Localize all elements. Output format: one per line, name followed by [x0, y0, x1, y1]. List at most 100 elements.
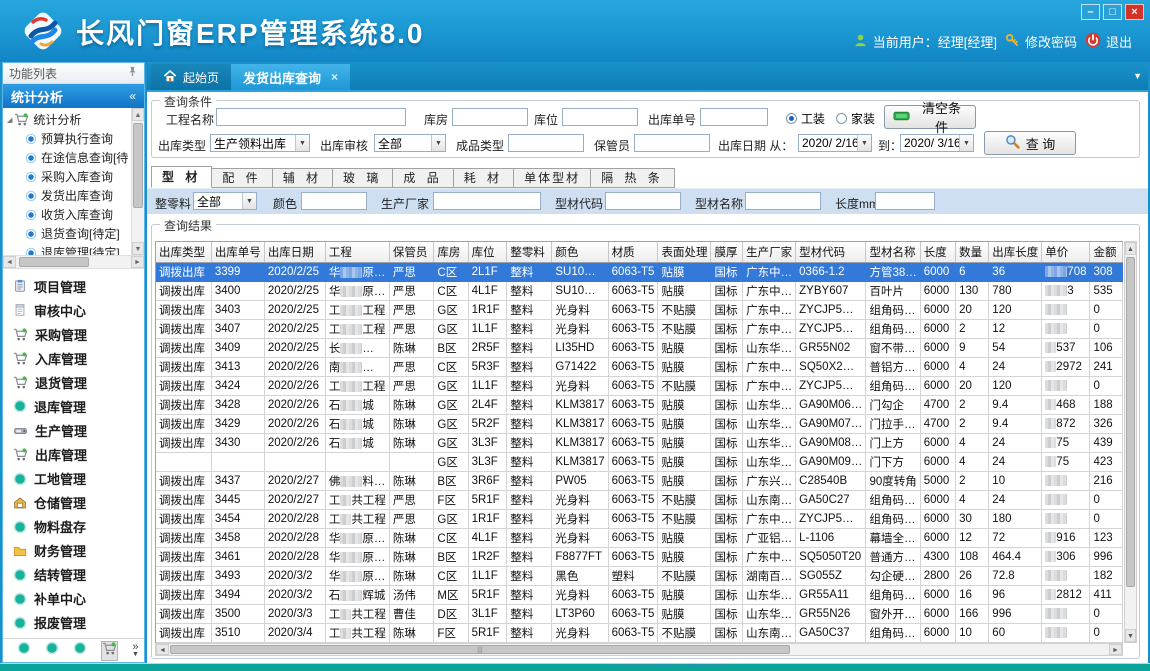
table-horizontal-scrollbar[interactable]: ◄ ||| ► [155, 643, 1123, 656]
tree-item-4[interactable]: 收货入库查询 [3, 205, 131, 224]
table-row[interactable]: 调拨出库34542020/2/28工共工程严思G区1R1F整料光身料6063-T… [156, 510, 1123, 529]
outbound-type-select[interactable]: 生产领料出库▼ [210, 134, 310, 152]
material-tab-4[interactable]: 成 品 [393, 168, 453, 188]
column-header[interactable]: 长度 [920, 242, 955, 263]
column-header[interactable]: 金额 [1090, 242, 1123, 263]
scrollbar-thumb[interactable] [1126, 257, 1135, 587]
scrollbar-thumb[interactable] [19, 257, 89, 267]
sidebar-item-13[interactable]: 补单中心 [13, 588, 144, 610]
material-tab-0[interactable]: 型 材 [151, 166, 212, 188]
column-header[interactable]: 材质 [608, 242, 658, 263]
tab-close-icon[interactable]: × [331, 70, 338, 84]
tree-item-2[interactable]: 采购入库查询 [3, 167, 131, 186]
material-tab-3[interactable]: 玻 璃 [333, 168, 393, 188]
pin-icon[interactable] [127, 66, 138, 80]
column-header[interactable]: 生产厂家 [743, 242, 796, 263]
tree-expander-icon[interactable]: ◢ [7, 116, 12, 124]
table-row[interactable]: 调拨出库34372020/2/27佛料…陈琳B区3R6F整料PW056063-T… [156, 472, 1123, 491]
sidebar-item-14[interactable]: 报废管理 [13, 612, 144, 634]
column-header[interactable]: 膜厚 [711, 242, 743, 263]
collapse-icon[interactable]: « [129, 89, 136, 103]
material-tab-7[interactable]: 隔 热 条 [591, 168, 675, 188]
close-button[interactable]: × [1125, 4, 1144, 20]
column-header[interactable]: 库房 [434, 242, 468, 263]
column-header[interactable]: 出库单号 [211, 242, 264, 263]
module-dot-icon[interactable] [73, 641, 87, 660]
table-row[interactable]: G区3L3F整料KLM38176063-T5贴膜国标山东华…GA90M09…门下… [156, 453, 1123, 472]
search-button[interactable]: 查 询 [984, 131, 1076, 155]
sidebar-item-10[interactable]: 物料盘存 [13, 516, 144, 538]
column-header[interactable]: 型材名称 [866, 242, 920, 263]
scroll-right-icon[interactable]: ► [1109, 644, 1122, 655]
tab-overflow-icon[interactable]: ▼ [1133, 71, 1142, 81]
audit-select[interactable]: 全部▼ [374, 134, 446, 152]
radio-work-clothes[interactable]: 工装 [786, 110, 825, 127]
sidebar-item-6[interactable]: 生产管理 [13, 419, 144, 441]
table-row[interactable]: 调拨出库34612020/2/28华原…陈琳B区1R2F整料F8877FT606… [156, 548, 1123, 567]
table-row[interactable]: 调拨出库34452020/2/27工共工程严思F区5R1F整料光身料6063-T… [156, 491, 1123, 510]
tree-item-0[interactable]: 预算执行查询 [3, 129, 131, 148]
table-row[interactable]: 调拨出库34092020/2/25长…陈琳B区2R5F整料LI35HD6063-… [156, 339, 1123, 358]
tree-horizontal-scrollbar[interactable]: ◄ ► [3, 256, 144, 269]
column-header[interactable]: 出库类型 [156, 242, 211, 263]
column-header[interactable]: 工程 [325, 242, 389, 263]
scrollbar-thumb[interactable] [133, 123, 143, 208]
table-vertical-scrollbar[interactable]: ▲ ▼ [1124, 241, 1137, 643]
column-header[interactable]: 整零料 [507, 242, 552, 263]
tree-item-6[interactable]: 退库管理[待定] [3, 243, 131, 256]
sidebar-item-4[interactable]: 退货管理 [13, 371, 144, 393]
factory-input[interactable] [433, 192, 541, 210]
module-cart-button[interactable] [101, 641, 118, 661]
column-header[interactable]: 库位 [468, 242, 507, 263]
tree-item-5[interactable]: 退货查询[待定] [3, 224, 131, 243]
location-input[interactable] [562, 108, 638, 126]
radio-home-decor[interactable]: 家装 [836, 110, 875, 127]
sidebar-item-1[interactable]: 审核中心 [13, 299, 144, 321]
column-header[interactable]: 单价 [1042, 242, 1090, 263]
sidebar-item-8[interactable]: 工地管理 [13, 468, 144, 490]
whole-part-select[interactable]: 全部▼ [193, 192, 257, 210]
minimize-button[interactable]: – [1081, 4, 1100, 20]
scroll-down-icon[interactable]: ▼ [132, 242, 144, 255]
table-row[interactable]: 调拨出库34132020/2/26南…严思C区5R3F整料G714226063-… [156, 358, 1123, 377]
profile-code-input[interactable] [605, 192, 681, 210]
table-row[interactable]: 调拨出库34302020/2/26石城陈琳G区3L3F整料KLM38176063… [156, 434, 1123, 453]
keeper-input[interactable] [634, 134, 710, 152]
date-from-picker[interactable]: 2020/ 2/16▼ [798, 134, 872, 152]
table-row[interactable]: 调拨出库35002020/3/3工共工程曹佳D区3L1F整料LT3P606063… [156, 605, 1123, 624]
sidebar-item-3[interactable]: 入库管理 [13, 347, 144, 369]
sidebar-item-12[interactable]: 结转管理 [13, 564, 144, 586]
table-row[interactable]: 调拨出库34072020/2/25工工程严思G区1L1F整料光身料6063-T5… [156, 320, 1123, 339]
project-name-input[interactable] [216, 108, 406, 126]
tree-item-3[interactable]: 发货出库查询 [3, 186, 131, 205]
scroll-right-icon[interactable]: ► [131, 256, 144, 268]
column-header[interactable]: 颜色 [552, 242, 608, 263]
sidebar-item-5[interactable]: 退库管理 [13, 395, 144, 417]
material-tab-2[interactable]: 辅 材 [273, 168, 333, 188]
profile-name-input[interactable] [745, 192, 821, 210]
product-type-input[interactable] [508, 134, 584, 152]
table-row[interactable]: 调拨出库34942020/3/2石辉城汤伟M区5R1F整料光身料6063-T5贴… [156, 586, 1123, 605]
column-header[interactable]: 出库日期 [264, 242, 325, 263]
sidebar-item-11[interactable]: 财务管理 [13, 540, 144, 562]
scroll-left-icon[interactable]: ◄ [156, 644, 169, 655]
sidebar-section-header[interactable]: 统计分析 « [3, 84, 144, 108]
tree-vertical-scrollbar[interactable]: ▲ ▼ [131, 108, 144, 255]
table-row[interactable]: 调拨出库34932020/3/2华原…陈琳C区1L1F整料黑色塑料不贴膜国标湖南… [156, 567, 1123, 586]
logout-button[interactable]: 退出 [1085, 32, 1132, 51]
scroll-up-icon[interactable]: ▲ [1125, 242, 1136, 255]
maximize-button[interactable]: □ [1103, 4, 1122, 20]
sidebar-item-7[interactable]: 出库管理 [13, 443, 144, 465]
table-row[interactable]: 调拨出库34282020/2/26石城陈琳G区2L4F整料KLM38176063… [156, 396, 1123, 415]
table-row[interactable]: 调拨出库33992020/2/25华原…严思C区2L1F整料SU10…6063-… [156, 263, 1123, 282]
material-tab-5[interactable]: 耗 材 [454, 168, 514, 188]
column-header[interactable]: 数量 [956, 242, 989, 263]
module-dot-icon[interactable] [45, 641, 59, 660]
scroll-down-icon[interactable]: ▼ [1125, 629, 1136, 642]
module-dot-icon[interactable] [17, 641, 31, 660]
sidebar-item-2[interactable]: 采购管理 [13, 323, 144, 345]
change-password-button[interactable]: 修改密码 [1005, 32, 1077, 51]
tab-shipment-query[interactable]: 发货出库查询 × [231, 64, 350, 90]
scroll-left-icon[interactable]: ◄ [3, 256, 16, 268]
warehouse-input[interactable] [452, 108, 528, 126]
